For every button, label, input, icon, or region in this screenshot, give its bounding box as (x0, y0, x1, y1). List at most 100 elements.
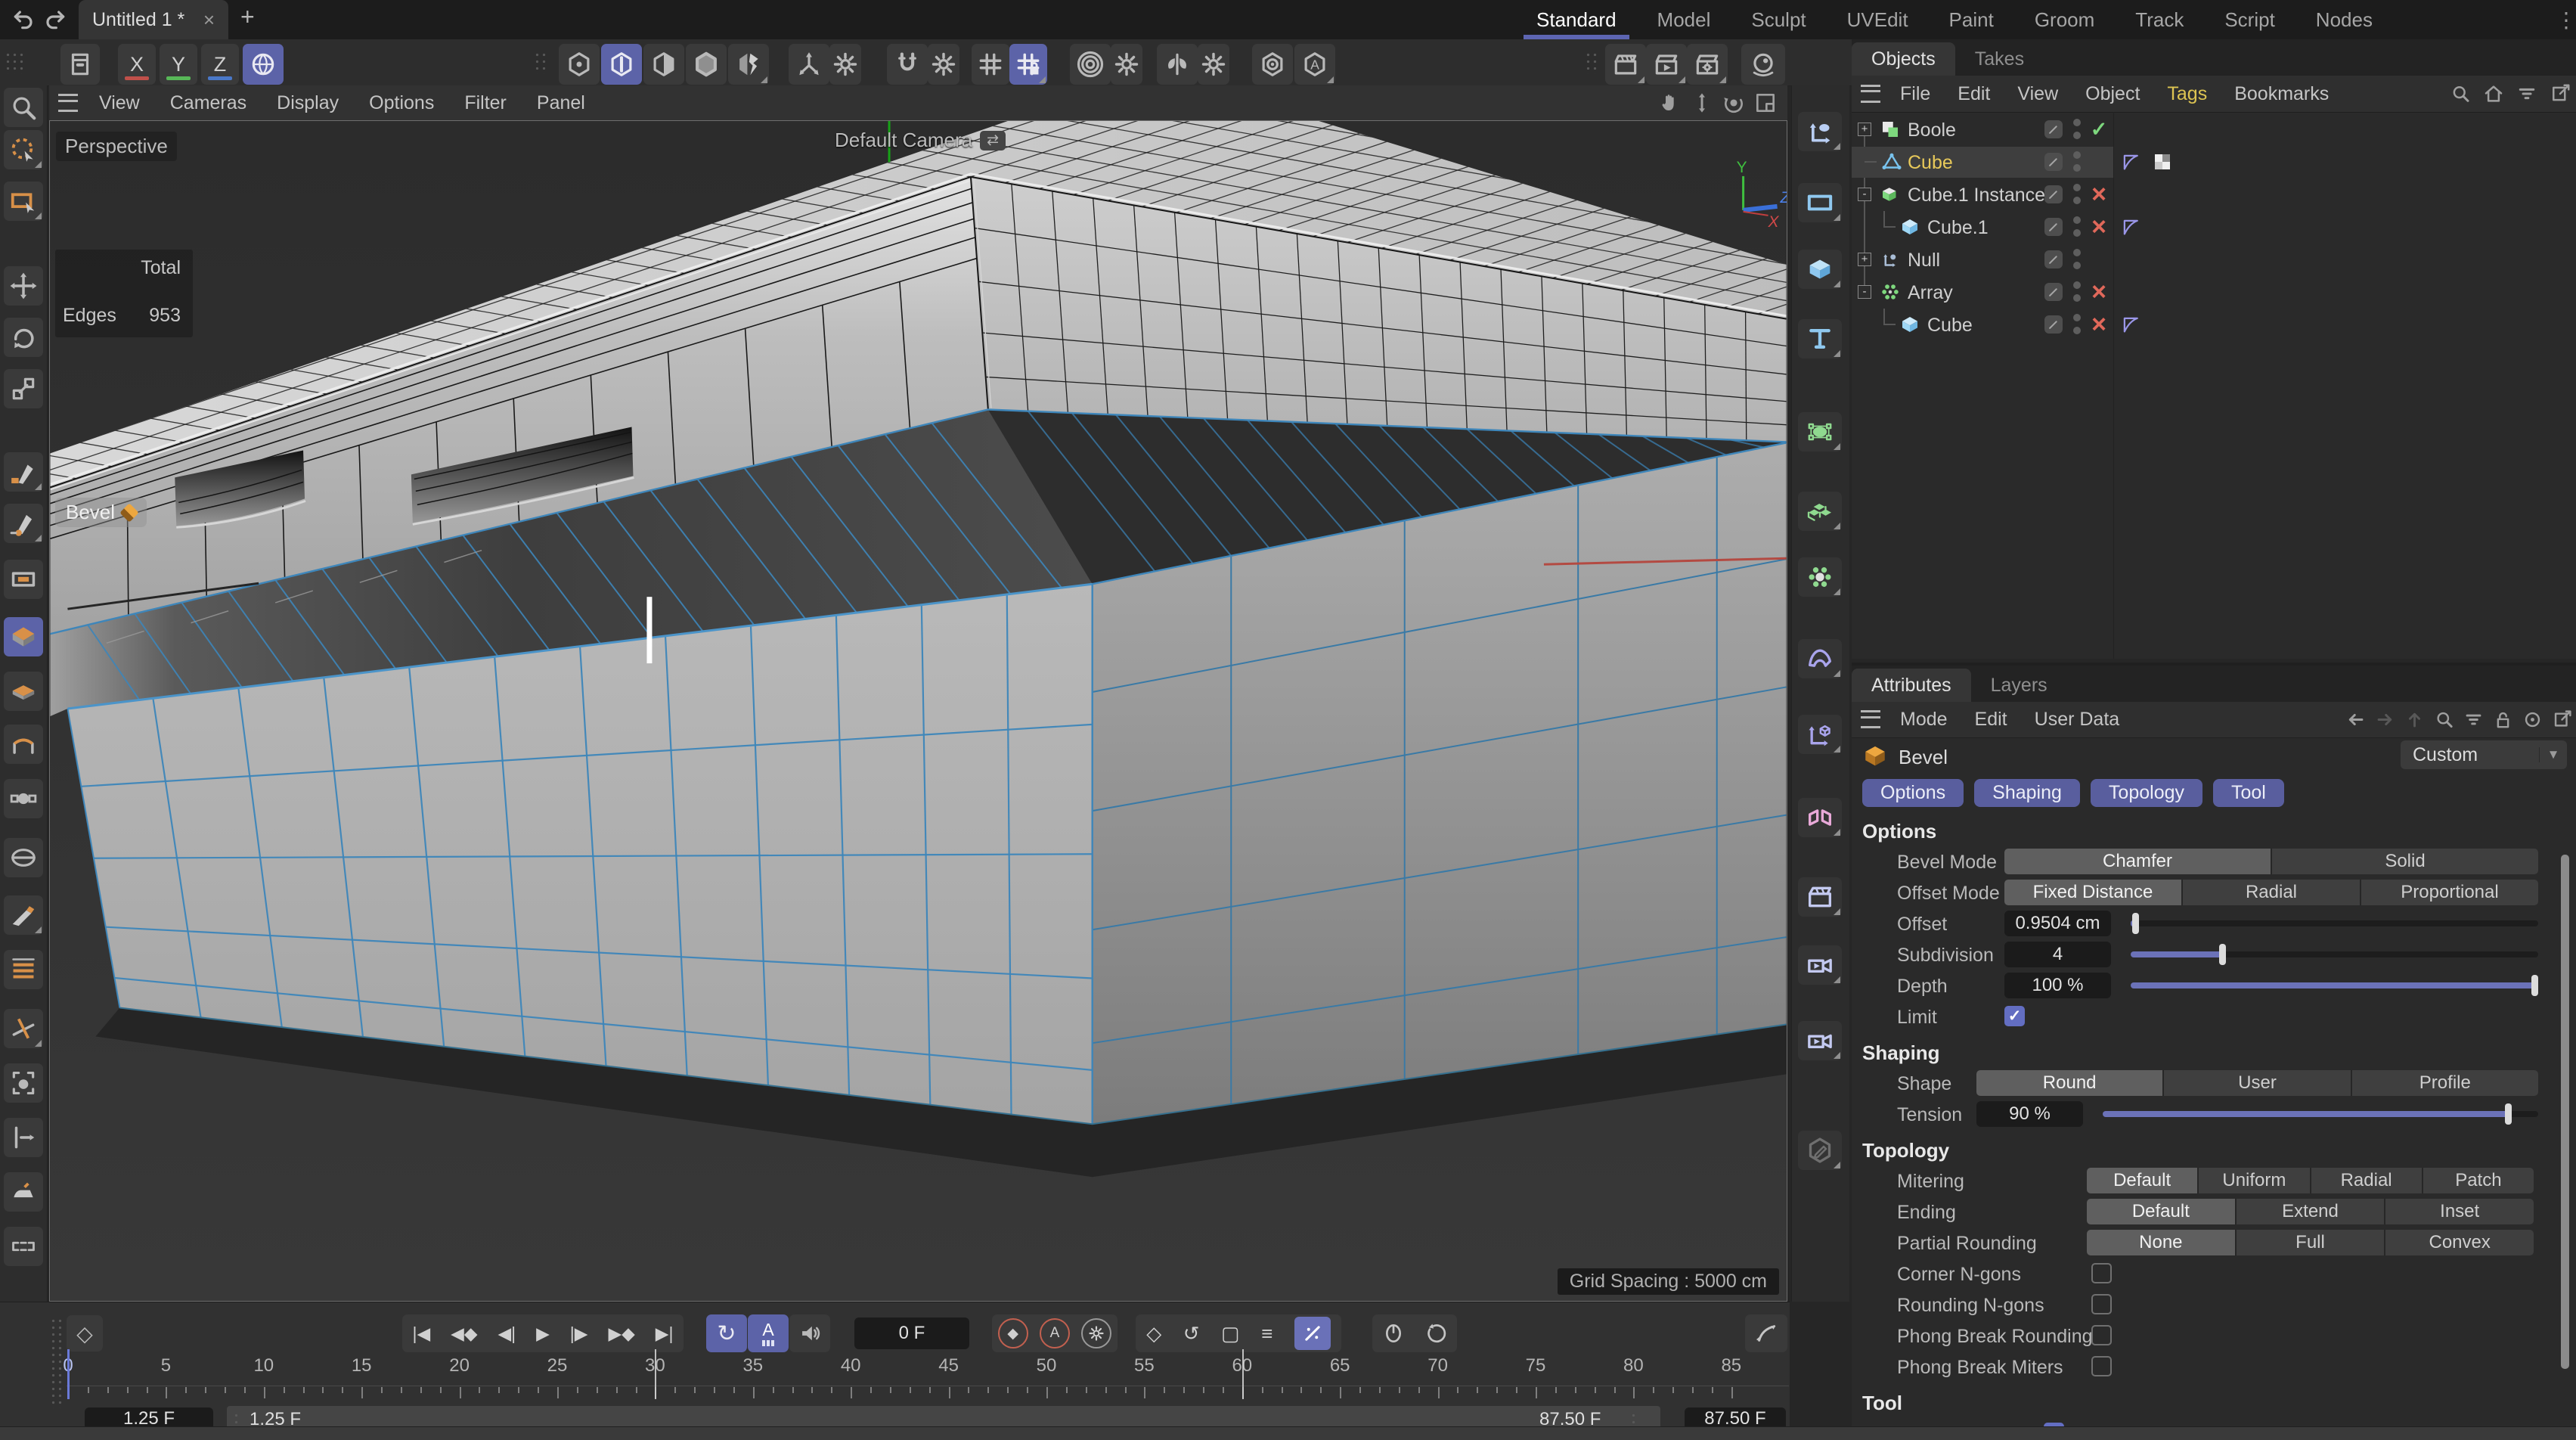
toolbar-grip-3[interactable] (1585, 51, 1598, 74)
segment-fixed-distance[interactable]: Fixed Distance (2004, 880, 2181, 905)
ruler-frame-40[interactable]: 40 (834, 1355, 867, 1375)
attribute-menu-mode[interactable]: Mode (1886, 702, 1961, 737)
object-row-cube-1-instance[interactable]: -Cube.1 Instance× (1852, 178, 2576, 211)
viewport-menu-filter[interactable]: Filter (449, 85, 522, 120)
tool-rectangle-selection[interactable] (4, 182, 43, 221)
hex-model-button[interactable] (686, 44, 727, 85)
attribute-back-button[interactable] (2345, 709, 2367, 731)
segment-extend[interactable]: Extend (2237, 1199, 2385, 1224)
tool-box-zoom[interactable] (4, 88, 43, 127)
expander[interactable]: + (1858, 253, 1871, 266)
visibility-dot-render[interactable] (2073, 262, 2081, 269)
object-menu-object[interactable]: Object (2072, 76, 2153, 111)
viewport[interactable]: Y Z X Perspective Default Camera ⇄ Total… (49, 120, 1787, 1302)
ruler-frame-85[interactable]: 85 (1715, 1355, 1748, 1375)
attribute-manager-tab-layers[interactable]: Layers (1971, 669, 2067, 702)
expander[interactable]: + (1858, 123, 1871, 136)
tool-edge-flow[interactable] (4, 1118, 43, 1157)
axis-lock-z-button[interactable]: Z (201, 44, 239, 85)
viewport-maximize-button[interactable] (1753, 91, 1778, 115)
object-menu-bookmarks[interactable]: Bookmarks (2221, 76, 2342, 111)
grid-lock-button[interactable] (1009, 44, 1047, 85)
segment-patch[interactable]: Patch (2423, 1168, 2534, 1193)
attribute-focus-button[interactable] (2522, 709, 2543, 731)
depth-slider-handle[interactable] (2531, 975, 2538, 996)
loop-playback-button[interactable]: ↻ (706, 1314, 747, 1352)
play-button[interactable]: ▶ (536, 1324, 550, 1344)
viewport-pan-button[interactable] (1658, 91, 1682, 115)
tool-tweak[interactable] (4, 560, 43, 599)
limit-checkbox[interactable]: ✓ (2004, 1006, 2025, 1026)
create-camera-render-button[interactable] (1798, 945, 1842, 985)
timeline-ramp-button[interactable] (1745, 1314, 1787, 1352)
axis-lock-x-button[interactable]: X (118, 44, 156, 85)
attribute-manager-tab-attributes[interactable]: Attributes (1852, 669, 1971, 702)
create-symmetry-object-button[interactable] (1798, 798, 1842, 837)
next-key-button[interactable]: ▶◆ (608, 1324, 634, 1344)
rounding-n-gons-checkbox[interactable] (2091, 1294, 2112, 1314)
object-menu-edit[interactable]: Edit (1944, 76, 2004, 111)
layout-tab-track[interactable]: Track (2115, 0, 2204, 39)
attribute-menu-user-data[interactable]: User Data (2021, 702, 2134, 737)
edit-toggle[interactable] (2044, 283, 2063, 301)
visibility-dot-render[interactable] (2073, 164, 2081, 172)
attribute-popout-button[interactable] (2551, 709, 2573, 731)
ruler-frame-55[interactable]: 55 (1127, 1355, 1161, 1375)
ruler-frame-75[interactable]: 75 (1519, 1355, 1552, 1375)
ruler-frame-70[interactable]: 70 (1421, 1355, 1455, 1375)
segment-full[interactable]: Full (2237, 1230, 2385, 1255)
viewport-menu-cameras[interactable]: Cameras (155, 85, 262, 120)
viewport-menu-panel[interactable]: Panel (522, 85, 600, 120)
target-button[interactable] (1070, 44, 1111, 85)
segment-convex[interactable]: Convex (2385, 1230, 2534, 1255)
previous-frame-button[interactable]: ◀| (498, 1324, 516, 1344)
edit-toggle[interactable] (2044, 153, 2063, 171)
tool-bridge[interactable] (4, 725, 43, 764)
clapper-button[interactable] (1605, 44, 1646, 85)
edit-toggle[interactable] (2044, 120, 2063, 138)
visibility-dot-editor[interactable] (2073, 249, 2081, 256)
segment-chamfer[interactable]: Chamfer (2004, 849, 2271, 874)
create-text-spline-button[interactable] (1798, 319, 1842, 358)
layout-tab-sculpt[interactable]: Sculpt (1731, 0, 1826, 39)
new-tab-button[interactable]: + (240, 3, 255, 31)
next-frame-button[interactable]: |▶ (570, 1324, 588, 1344)
phong-tag-icon[interactable] (2119, 313, 2142, 336)
visibility-dot-editor[interactable] (2073, 314, 2081, 321)
visibility-dot-render[interactable] (2073, 229, 2081, 237)
autokey-toggle-button[interactable]: A (1040, 1318, 1070, 1348)
create-camera-render-2-button[interactable] (1798, 1021, 1842, 1060)
attribute-forward-button[interactable] (2374, 709, 2396, 731)
create-material-editor-button[interactable] (1798, 1131, 1842, 1170)
material-ball-button[interactable] (1741, 44, 1785, 85)
phong-break-miters-checkbox[interactable] (2091, 1356, 2112, 1376)
mouse-rec-button[interactable] (1381, 1321, 1406, 1345)
go-to-start-button[interactable]: |◀ (412, 1324, 430, 1344)
view-label[interactable]: Perspective (56, 132, 177, 161)
tool-plane-cut[interactable] (4, 1009, 43, 1048)
viewport-menu-view[interactable]: View (84, 85, 155, 120)
enabled-check-icon[interactable]: ✓ (2088, 116, 2110, 142)
magnet-button[interactable] (887, 44, 928, 85)
redo-button[interactable] (42, 8, 68, 32)
object-manager-tab-takes[interactable]: Takes (1955, 42, 2044, 76)
tool-project[interactable] (4, 1063, 43, 1103)
attribute-search-button[interactable] (2433, 709, 2455, 731)
segment-inset[interactable]: Inset (2385, 1199, 2534, 1224)
ruler-frame-20[interactable]: 20 (443, 1355, 476, 1375)
ruler-frame-5[interactable]: 5 (149, 1355, 182, 1375)
mirror-button[interactable] (1157, 44, 1198, 85)
ruler-frame-10[interactable]: 10 (247, 1355, 281, 1375)
gear-button[interactable] (928, 44, 959, 85)
segment-solid[interactable]: Solid (2272, 849, 2538, 874)
segment-radial[interactable]: Radial (2183, 880, 2360, 905)
tool-line-cut[interactable] (4, 950, 43, 989)
keying-disabled-button[interactable] (1294, 1317, 1331, 1350)
create-null-object-button[interactable] (1798, 112, 1842, 151)
tension-slider-handle[interactable] (2505, 1103, 2512, 1125)
object-row-null[interactable]: +Null (1852, 244, 2576, 276)
current-frame-field[interactable]: 0 F (854, 1317, 969, 1349)
viewport-dolly-button[interactable] (1690, 91, 1714, 115)
keying-settings-button[interactable] (1081, 1318, 1111, 1348)
object-manager-search-button[interactable] (2449, 82, 2472, 105)
